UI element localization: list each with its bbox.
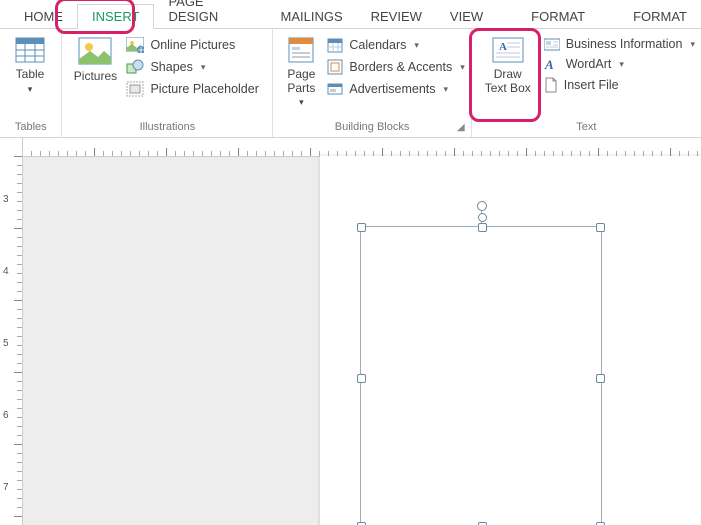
borders-accents-button[interactable]: Borders & Accents▾ [327, 59, 464, 75]
document-workarea: 3 4 5 6 7 [0, 138, 701, 525]
rotation-handle[interactable] [477, 201, 487, 211]
advertisements-button[interactable]: Advertisements▾ [327, 81, 464, 97]
online-pictures-icon [126, 37, 144, 53]
draw-text-box-icon: A [492, 37, 524, 63]
wordart-icon: A [544, 57, 560, 71]
draw-text-box-button[interactable]: A DrawText Box [478, 33, 538, 95]
document-page[interactable] [320, 156, 701, 525]
business-information-button[interactable]: Business Information▾ [544, 37, 695, 51]
online-pictures-button[interactable]: Online Pictures [126, 37, 258, 53]
table-button[interactable]: Table▾ [6, 33, 54, 96]
group-label-text: Text [576, 119, 596, 135]
page-parts-button[interactable]: Page Parts▾ [279, 33, 323, 109]
borders-accents-icon [327, 59, 343, 75]
tab-page-design[interactable]: PAGE DESIGN [154, 0, 266, 28]
tab-review[interactable]: REVIEW [357, 5, 436, 28]
picture-placeholder-icon [126, 81, 144, 97]
calendars-button[interactable]: Calendars▾ [327, 37, 464, 53]
insert-file-button[interactable]: Insert File [544, 77, 695, 93]
tab-format-1[interactable]: FORMAT [517, 5, 599, 28]
ribbon: Table▾ Tables Pictures Online Pictures [0, 29, 701, 138]
resize-handle-e[interactable] [596, 374, 605, 383]
tab-mailings[interactable]: MAILINGS [267, 5, 357, 28]
table-icon [15, 37, 45, 63]
calendars-icon [327, 37, 343, 53]
ribbon-tabs: HOME INSERT PAGE DESIGN MAILINGS REVIEW … [0, 0, 701, 29]
business-info-icon [544, 37, 560, 51]
resize-handle-w[interactable] [357, 374, 366, 383]
shapes-icon [126, 59, 144, 75]
tab-view[interactable]: VIEW [436, 5, 497, 28]
svg-text:A: A [499, 41, 507, 53]
resize-handle-ne[interactable] [596, 223, 605, 232]
tab-insert[interactable]: INSERT [77, 4, 154, 29]
horizontal-ruler[interactable] [22, 138, 701, 157]
page-parts-icon [287, 37, 315, 63]
advertisements-icon [327, 81, 343, 97]
group-label-illustrations: Illustrations [140, 119, 196, 135]
group-label-building-blocks: Building Blocks [335, 119, 410, 135]
resize-handle-nw[interactable] [357, 223, 366, 232]
pictures-button[interactable]: Pictures [68, 33, 122, 83]
insert-file-icon [544, 77, 558, 93]
pictures-icon [78, 37, 112, 65]
svg-text:A: A [544, 57, 554, 71]
building-blocks-dialog-launcher[interactable]: ◢ [457, 122, 465, 133]
tab-home[interactable]: HOME [10, 5, 77, 28]
shapes-button[interactable]: Shapes▾ [126, 59, 258, 75]
text-flow-handle-top[interactable] [478, 213, 487, 222]
tab-format-2[interactable]: FORMAT [619, 5, 701, 28]
picture-placeholder-button[interactable]: Picture Placeholder [126, 81, 258, 97]
group-label-tables: Tables [15, 119, 47, 135]
text-box[interactable] [360, 226, 602, 525]
vertical-ruler[interactable]: 3 4 5 6 7 [0, 138, 23, 525]
wordart-button[interactable]: A WordArt▾ [544, 57, 695, 71]
resize-handle-n[interactable] [478, 223, 487, 232]
